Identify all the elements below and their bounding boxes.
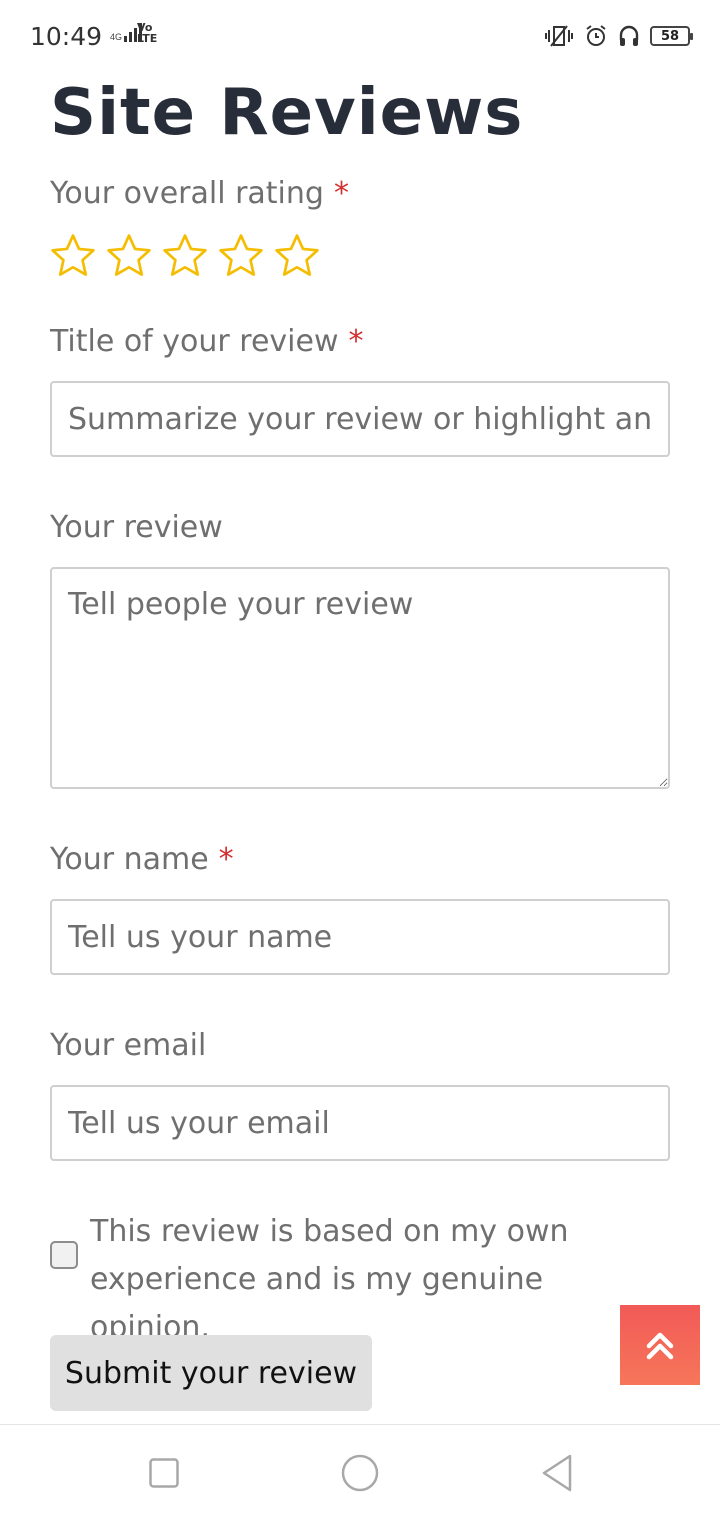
vibrate-icon xyxy=(544,24,574,48)
volte-icon: Vo LTE xyxy=(137,21,158,45)
required-mark: * xyxy=(333,176,349,211)
scroll-to-top-button[interactable] xyxy=(620,1305,700,1385)
email-input[interactable] xyxy=(50,1085,670,1161)
consent-checkbox[interactable] xyxy=(50,1241,78,1269)
required-mark: * xyxy=(218,842,234,877)
star-icon[interactable] xyxy=(160,231,210,281)
battery-level: 58 xyxy=(660,28,680,44)
star-icon[interactable] xyxy=(104,231,154,281)
review-textarea[interactable] xyxy=(50,567,670,789)
star-icon[interactable] xyxy=(48,231,98,281)
submit-review-button[interactable]: Submit your review xyxy=(50,1335,372,1411)
alarm-icon xyxy=(584,24,608,48)
battery-icon: 58 xyxy=(650,26,693,46)
title-label: Title of your review * xyxy=(50,324,364,359)
consent-text: This review is based on my own experienc… xyxy=(90,1214,569,1345)
star-rating[interactable] xyxy=(48,231,322,281)
status-time: 10:49 xyxy=(30,22,103,51)
consent-row[interactable]: This review is based on my own experienc… xyxy=(50,1208,670,1352)
status-bar: 10:49 4G Vo LTE 58 xyxy=(0,0,720,72)
double-chevron-up-icon xyxy=(646,1332,674,1360)
rating-label: Your overall rating * xyxy=(50,176,349,211)
navigation-bar xyxy=(0,1424,720,1520)
name-input[interactable] xyxy=(50,899,670,975)
review-label: Your review xyxy=(50,510,223,545)
review-title-input[interactable] xyxy=(50,381,670,457)
star-icon[interactable] xyxy=(216,231,266,281)
back-icon[interactable] xyxy=(540,1454,574,1492)
network-type: 4G xyxy=(110,32,123,42)
headphones-icon xyxy=(618,24,640,48)
recents-icon[interactable] xyxy=(149,1458,179,1488)
page-title: Site Reviews xyxy=(50,76,524,150)
required-mark: * xyxy=(348,324,364,359)
home-icon[interactable] xyxy=(341,1454,379,1492)
name-label: Your name * xyxy=(50,842,234,877)
email-label: Your email xyxy=(50,1028,207,1063)
star-icon[interactable] xyxy=(272,231,322,281)
